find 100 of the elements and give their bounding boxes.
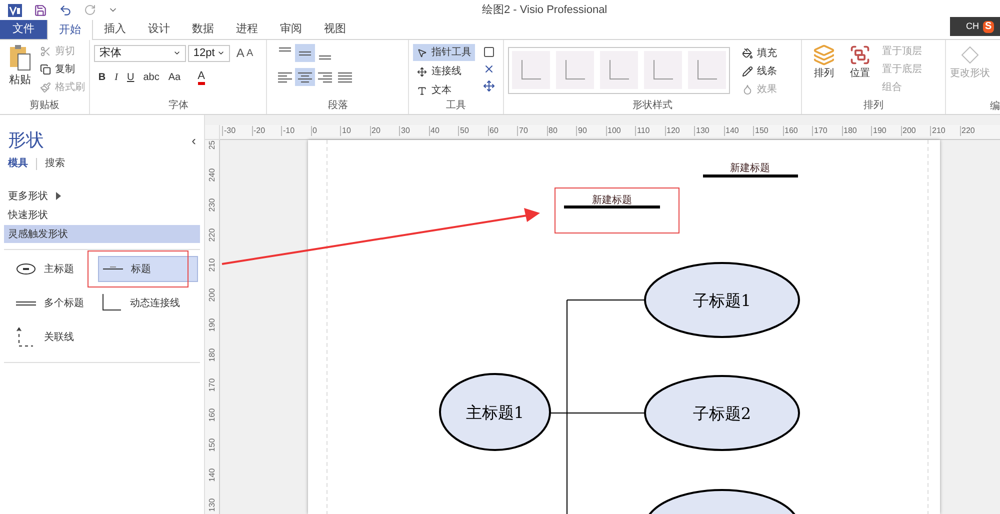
ribbon-tab[interactable]: 设计 <box>137 19 181 39</box>
tool-button[interactable]: 指针工具 <box>413 44 476 61</box>
stencil-item[interactable]: 动态连接线 <box>98 290 198 316</box>
ruler-label: 50 <box>458 126 469 136</box>
group-label: 剪贴板 <box>28 99 61 113</box>
close-icon[interactable] <box>483 63 496 75</box>
arrange-button[interactable]: 排列 <box>806 44 842 99</box>
window-title: 绘图2 - Visio Professional <box>482 3 608 18</box>
ruler-label: 70 <box>517 126 528 136</box>
panel-tab[interactable]: 模具 <box>8 156 28 171</box>
font-name-field[interactable]: 宋体 <box>94 44 186 62</box>
ruler-label: 90 <box>576 126 587 136</box>
clipboard-tool-icon <box>40 64 51 75</box>
subtopic-text: 子标题1 <box>692 291 752 310</box>
shrink-font-button[interactable]: A <box>246 46 254 60</box>
multi-line-icon <box>16 299 36 307</box>
ruler-label: 10 <box>340 126 351 136</box>
ruler-label: 25 <box>208 140 218 152</box>
main-topic-text: 主标题1 <box>466 403 524 422</box>
style-option-button[interactable]: 线条 <box>742 64 777 79</box>
relation-line-icon <box>16 327 36 347</box>
ruler-label: 240 <box>208 168 218 182</box>
panel-title: 形状 <box>8 129 44 152</box>
category-item[interactable]: 快速形状 <box>4 206 200 224</box>
ruler-label: 230 <box>208 198 218 212</box>
ruler-label: 180 <box>842 126 857 136</box>
font-size-field[interactable]: 12pt <box>188 44 230 62</box>
tool-icon <box>417 66 428 76</box>
group-label: 工具 <box>445 99 468 113</box>
ruler-label: 140 <box>724 126 739 136</box>
connector-icon <box>102 294 122 312</box>
ruler-label: 60 <box>488 126 498 136</box>
ruler-label: 120 <box>664 126 680 136</box>
font-color-button[interactable]: A <box>198 70 205 85</box>
ribbon-tab[interactable]: 进程 <box>225 19 269 39</box>
input-method-indicator[interactable]: CH S <box>950 17 1000 36</box>
paste-button[interactable]: 粘贴 <box>4 44 36 99</box>
ribbon-tab[interactable]: 开始 <box>47 19 93 40</box>
clipboard-tool-icon <box>40 46 51 57</box>
tool-button[interactable]: 连接线 <box>413 63 476 80</box>
title-text: 新建标题 <box>730 163 770 174</box>
align-icon[interactable] <box>295 44 316 62</box>
format-button[interactable]: Aa <box>168 70 181 85</box>
group-label: 形状样式 <box>631 99 674 113</box>
rectangle-icon[interactable] <box>483 46 496 58</box>
align-icon[interactable] <box>295 68 316 86</box>
ellipse-icon <box>16 263 36 275</box>
category-item[interactable]: 更多形状 <box>4 187 200 205</box>
style-thumbnail[interactable] <box>644 51 682 89</box>
ribbon-tab[interactable]: 数据 <box>181 19 225 39</box>
ruler-label: 220 <box>960 126 975 136</box>
tool-icon <box>417 48 428 58</box>
style-thumbnail[interactable] <box>688 51 726 89</box>
ruler-label: 220 <box>208 228 218 242</box>
title-text: 新建标题 <box>592 195 632 206</box>
ruler-label: 160 <box>782 126 798 136</box>
tool-button[interactable]: 文本 <box>413 82 476 99</box>
style-option-button[interactable]: 填充 <box>742 46 777 61</box>
stencil-item[interactable]: 关联线 <box>12 324 94 350</box>
ruler-label: -20 <box>252 126 266 136</box>
ruler-label: 130 <box>694 126 710 136</box>
stencil-item[interactable]: 标题 <box>98 256 198 282</box>
grow-font-button[interactable]: A <box>236 44 244 62</box>
style-thumbnail[interactable] <box>600 51 638 89</box>
style-thumbnail[interactable] <box>512 51 550 89</box>
format-button[interactable]: I <box>114 70 118 85</box>
ribbon-tab[interactable]: 插入 <box>93 19 137 39</box>
style-thumbnail[interactable] <box>556 51 594 89</box>
group-label: 排列 <box>862 99 884 113</box>
stencil-item[interactable]: 主标题 <box>12 256 94 282</box>
format-button[interactable]: abc <box>143 70 160 85</box>
arrange-button[interactable]: 位置 <box>842 44 878 99</box>
format-button[interactable]: U <box>127 70 134 85</box>
shape-icon <box>959 44 981 66</box>
panel-tab[interactable]: 搜索 <box>45 156 65 171</box>
ribbon-tab[interactable]: 视图 <box>313 19 357 39</box>
category-item[interactable]: 灵感触发形状 <box>4 225 200 243</box>
subtopic-text: 子标题2 <box>692 404 752 423</box>
ruler-label: 180 <box>208 348 218 362</box>
ruler-label: 40 <box>428 126 440 136</box>
ruler-label: 140 <box>208 468 218 482</box>
undo-icon[interactable] <box>59 4 72 16</box>
save-icon[interactable] <box>34 4 47 16</box>
tool-icon <box>417 86 428 96</box>
title-line-icon <box>103 266 123 272</box>
ruler-label: 200 <box>900 126 916 136</box>
style-icon <box>742 48 753 59</box>
format-button[interactable]: B <box>98 70 106 85</box>
ribbon-tab[interactable]: 审阅 <box>269 19 313 39</box>
file-tab[interactable]: 文件 <box>0 19 47 39</box>
ruler-label: 190 <box>871 126 886 136</box>
ruler-label: 210 <box>930 126 946 136</box>
group-label: 字体 <box>167 99 190 113</box>
clipboard-button[interactable]: 复制 <box>40 62 85 77</box>
ruler-label: 150 <box>753 126 768 136</box>
style-icon <box>742 66 753 77</box>
ruler-label: 200 <box>208 288 218 302</box>
stencil-item[interactable]: 多个标题 <box>12 290 94 316</box>
collapse-button[interactable]: ‹ <box>192 130 196 150</box>
ruler-label: 170 <box>208 378 218 392</box>
